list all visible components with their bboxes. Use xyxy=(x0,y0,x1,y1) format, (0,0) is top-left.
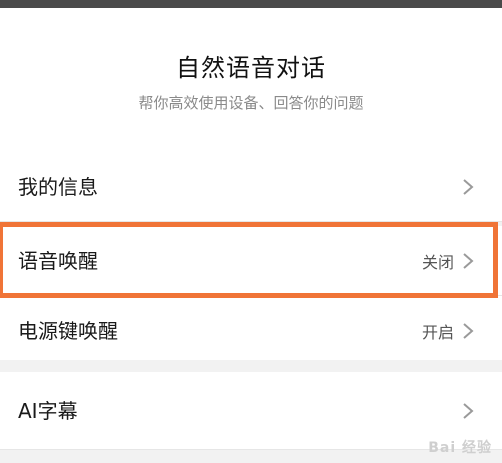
settings-item-label: 我的信息 xyxy=(18,175,98,199)
watermark: Bai 经验 xyxy=(428,440,492,456)
page-subtitle: 帮你高效使用设备、回答你的问题 xyxy=(138,94,364,112)
top-bar xyxy=(0,0,502,8)
settings-item-ai-subtitles[interactable]: AI字幕 xyxy=(0,372,502,450)
section-gap xyxy=(0,360,502,372)
settings-item-value: 关闭 xyxy=(421,253,454,272)
settings-item-value: 开启 xyxy=(421,323,454,342)
settings-item-label: 电源键唤醒 xyxy=(18,319,118,343)
chevron-right-icon xyxy=(463,323,474,339)
chevron-right-icon xyxy=(463,253,474,269)
settings-item-my-info[interactable]: 我的信息 xyxy=(0,152,502,222)
chevron-right-icon xyxy=(463,403,474,419)
settings-item-label: 语音唤醒 xyxy=(18,249,98,273)
settings-item-label: AI字幕 xyxy=(18,399,78,423)
chevron-right-icon xyxy=(463,179,474,195)
page-header: 自然语音对话 帮你高效使用设备、回答你的问题 xyxy=(0,8,502,152)
page-title: 自然语音对话 xyxy=(176,54,326,82)
settings-item-voice-wakeup[interactable]: 语音唤醒 关闭 xyxy=(0,226,502,296)
settings-item-power-key-wakeup[interactable]: 电源键唤醒 开启 xyxy=(0,296,502,366)
